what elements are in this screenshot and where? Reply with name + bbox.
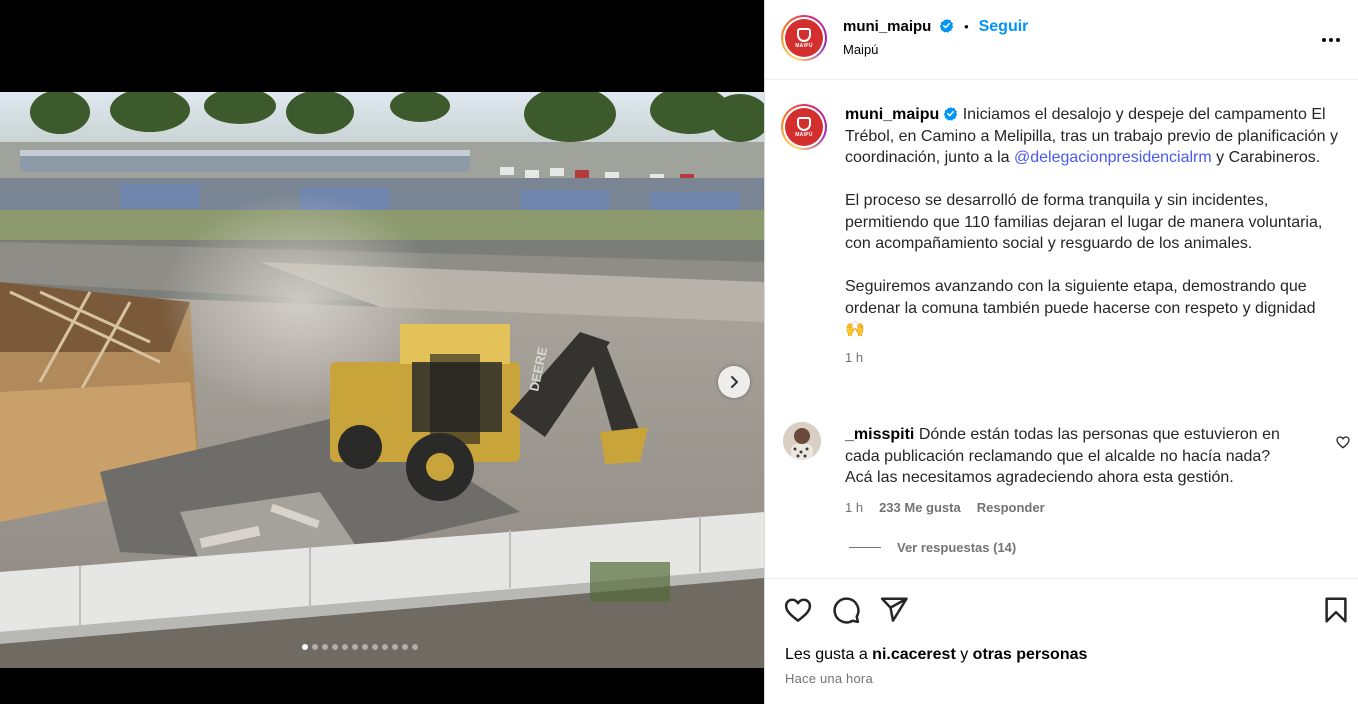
author-username[interactable]: muni_maipu xyxy=(843,18,931,35)
media-panel: DEERE xyxy=(0,0,764,704)
carousel-dot xyxy=(402,644,408,650)
caption-paragraph-1b: y Carabineros. xyxy=(1211,149,1321,166)
verified-badge-icon xyxy=(940,18,954,33)
caption-paragraph-3: Seguiremos avanzando con la siguiente et… xyxy=(845,278,1316,317)
bookmark-icon[interactable] xyxy=(1321,595,1351,625)
caption-text: muni_maipu Iniciamos el desalojo y despe… xyxy=(845,104,1351,368)
commenter-avatar-image xyxy=(783,422,821,460)
likes-summary: Les gusta a ni.cacerest y otras personas xyxy=(785,646,1087,664)
carousel-indicator xyxy=(302,644,418,650)
caption-timestamp[interactable]: 1 h xyxy=(845,347,1351,369)
verified-badge-icon xyxy=(943,106,958,121)
caption-username[interactable]: muni_maipu xyxy=(845,106,939,123)
carousel-dot xyxy=(322,644,328,650)
comment-text: _misspiti Dónde están todas las personas… xyxy=(845,424,1297,489)
post-header: MAIPÚ muni_maipu • Seguir Maipú xyxy=(765,0,1358,80)
share-icon[interactable] xyxy=(879,595,909,625)
view-replies-label: Ver respuestas (14) xyxy=(897,540,1017,555)
post-actions-bar: Les gusta a ni.cacerest y otras personas… xyxy=(765,578,1358,704)
carousel-dot xyxy=(392,644,398,650)
carousel-dot xyxy=(412,644,418,650)
demolition-photo: DEERE xyxy=(0,92,764,668)
avatar-logo-text: MAIPÚ xyxy=(795,42,813,49)
caption-author-avatar[interactable]: MAIPÚ xyxy=(781,104,827,150)
more-horizontal-icon xyxy=(1322,38,1340,42)
carousel-dot xyxy=(312,644,318,650)
mention-link[interactable]: @delegacionpresidencialrm xyxy=(1014,149,1212,166)
comment-meta: 1 h 233 Me gusta Responder xyxy=(845,500,1045,515)
post-side-panel: MAIPÚ muni_maipu • Seguir Maipú MAIPÚ mu… xyxy=(764,0,1358,704)
post-dialog: DEERE MAIPÚ muni_maipu • Seguir Maipú MA… xyxy=(0,0,1358,704)
comment-timestamp[interactable]: 1 h xyxy=(845,500,863,515)
author-avatar[interactable]: MAIPÚ xyxy=(781,15,827,61)
view-replies-button[interactable]: Ver respuestas (14) xyxy=(849,540,1016,555)
carousel-next-button[interactable] xyxy=(718,366,750,398)
avatar-logo-text: MAIPÚ xyxy=(795,131,813,138)
likes-mid: y xyxy=(955,646,973,663)
replies-divider xyxy=(849,547,881,548)
carousel-dot xyxy=(302,644,308,650)
carousel-dot xyxy=(382,644,388,650)
reply-button[interactable]: Responder xyxy=(977,500,1045,515)
likes-others-link[interactable]: otras personas xyxy=(973,646,1088,663)
follow-button[interactable]: Seguir xyxy=(979,18,1029,35)
carousel-dot xyxy=(352,644,358,650)
carousel-dot xyxy=(342,644,348,650)
carousel-dot xyxy=(332,644,338,650)
likes-prefix: Les gusta a xyxy=(785,646,873,663)
raised-hands-emoji: 🙌 xyxy=(845,321,865,338)
liker-username[interactable]: ni.cacerest xyxy=(872,646,956,663)
commenter-avatar[interactable] xyxy=(783,422,821,460)
carousel-dot xyxy=(372,644,378,650)
carousel-dot xyxy=(362,644,368,650)
comment-icon[interactable] xyxy=(831,595,861,625)
post-photo[interactable]: DEERE xyxy=(0,92,764,668)
chevron-right-icon xyxy=(731,376,738,388)
more-options-button[interactable] xyxy=(1319,28,1343,52)
comment-likes-count[interactable]: 233 Me gusta xyxy=(879,500,961,515)
post-location[interactable]: Maipú xyxy=(843,42,878,57)
header-separator: • xyxy=(964,19,969,34)
heart-icon[interactable] xyxy=(783,595,813,625)
commenter-username[interactable]: _misspiti xyxy=(845,426,914,443)
caption-paragraph-2: El proceso se desarrolló de forma tranqu… xyxy=(845,192,1323,252)
post-timestamp[interactable]: Hace una hora xyxy=(785,671,873,686)
comment-like-heart-icon[interactable] xyxy=(1335,434,1351,450)
